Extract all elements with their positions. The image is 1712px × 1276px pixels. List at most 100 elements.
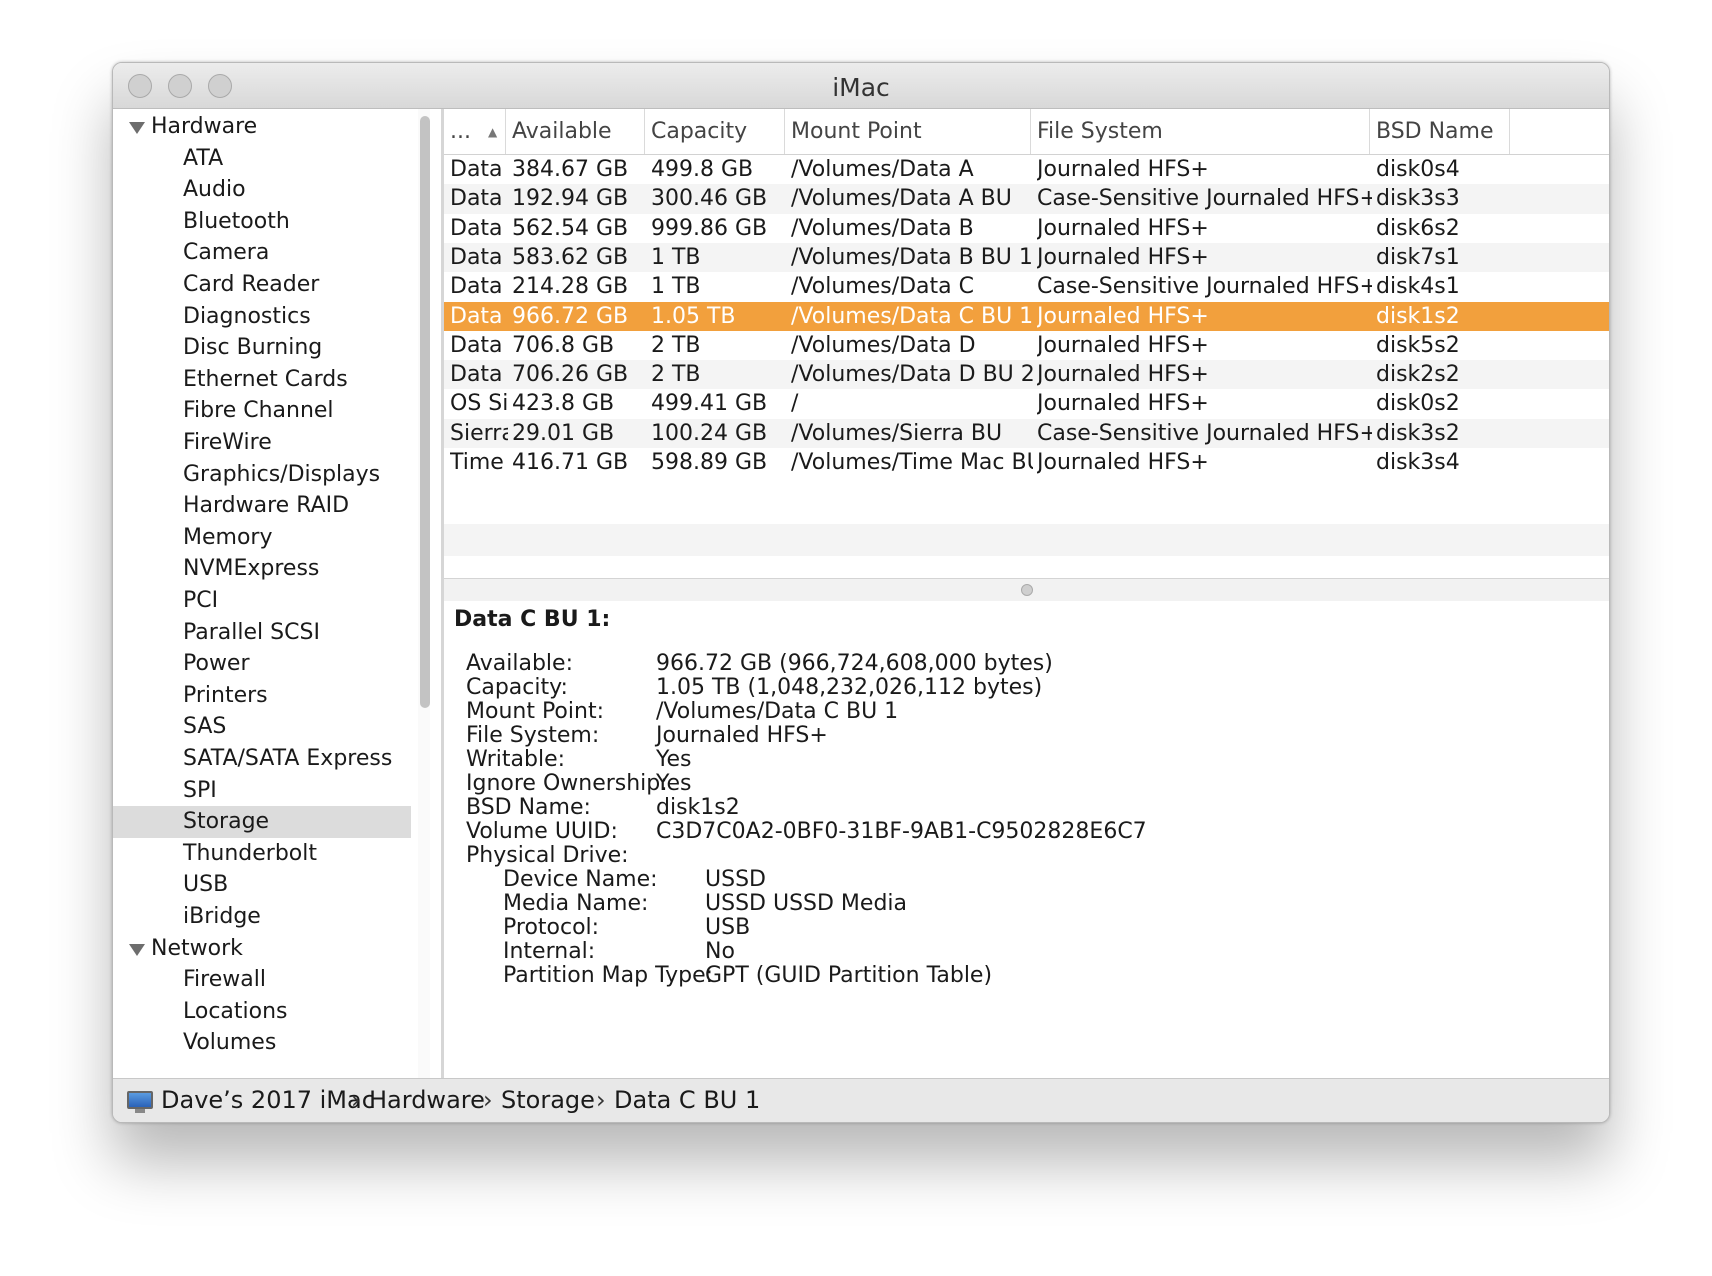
physical-drive-field-label: Protocol: xyxy=(503,915,600,940)
sidebar-item-printers[interactable]: Printers xyxy=(113,680,411,712)
table-cell: 423.8 GB xyxy=(512,391,615,417)
sidebar-item-ethernet-cards[interactable]: Ethernet Cards xyxy=(113,364,411,396)
title-bar: iMac xyxy=(113,63,1609,109)
sidebar-group-hardware[interactable]: Hardware xyxy=(113,111,411,143)
table-cell: /Volumes/Data D xyxy=(791,332,976,358)
sidebar-group-label: Hardware xyxy=(151,114,258,139)
column-header-available[interactable]: Available xyxy=(506,109,645,154)
sidebar-item-sata-sata-express[interactable]: SATA/SATA Express xyxy=(113,743,411,775)
table-row[interactable]: OS Si 423.8 GB 499.41 GB / Journaled HFS+ dis… xyxy=(444,389,1609,418)
sidebar-item-sas[interactable]: SAS xyxy=(113,711,411,743)
table-row[interactable]: Data 384.67 GB 499.8 GB/Volumes/Data A Jour… xyxy=(444,155,1609,184)
sidebar-item-audio[interactable]: Audio xyxy=(113,174,411,206)
column-header-name[interactable]: ... ▲ xyxy=(444,109,506,154)
divider-grip-icon[interactable] xyxy=(1020,584,1033,596)
sidebar-item-graphics-displays[interactable]: Graphics/Displays xyxy=(113,459,411,491)
sort-ascending-icon[interactable]: ▲ xyxy=(488,124,497,140)
disclosure-triangle-icon[interactable] xyxy=(129,943,145,956)
physical-drive-field-value: USB xyxy=(705,915,751,940)
table-row[interactable]: Sierra29.01 GB 100.24 GB/Volumes/Sierra B… xyxy=(444,418,1609,448)
sidebar-item-spi[interactable]: SPI xyxy=(113,775,411,807)
sidebar-item-parallel-scsi[interactable]: Parallel SCSI xyxy=(113,617,411,649)
sidebar-item-label: Storage xyxy=(183,809,270,835)
breadcrumb-item[interactable]: Storage xyxy=(501,1079,595,1122)
column-header-capacity[interactable]: Capacity xyxy=(645,109,785,154)
column-header-file-system[interactable]: File System xyxy=(1031,109,1370,154)
table-cell: 999.86 GB xyxy=(651,215,768,241)
sidebar-item-label: SPI xyxy=(183,777,217,803)
sidebar-item-label: Fibre Channel xyxy=(183,398,334,424)
table-row[interactable]: Time 416.71 GB 598.89 GB/Volumes/Time Mac … xyxy=(444,448,1609,477)
detail-field-label: Available: xyxy=(466,651,573,676)
sidebar-item-locations[interactable]: Locations xyxy=(113,996,411,1028)
detail-field-label: File System: xyxy=(466,723,600,748)
sidebar-item-card-reader[interactable]: Card Reader xyxy=(113,269,411,301)
sidebar-item-memory[interactable]: Memory xyxy=(113,522,411,554)
detail-field-label: Capacity: xyxy=(466,675,568,700)
table-cell: 583.62 GB xyxy=(512,244,629,270)
table-row[interactable]: Data 583.62 GB 1 TB/Volumes/Data B BU 1 Jou… xyxy=(444,242,1609,273)
sidebar-item-camera[interactable]: Camera xyxy=(113,237,411,269)
physical-drive-field-value: USSD xyxy=(705,867,766,892)
sidebar-item-thunderbolt[interactable]: Thunderbolt xyxy=(113,838,411,870)
table-header: ... ▲ Available Capacity Mount Point File Sys… xyxy=(444,109,1609,155)
table-row[interactable]: Data 966.72 GB 1.05 TB/Volumes/Data C BU 1… xyxy=(444,301,1609,331)
storage-table: ... ▲ Available Capacity Mount Point File Sys… xyxy=(444,109,1609,578)
sidebar-item-usb[interactable]: USB xyxy=(113,869,411,901)
sidebar-scrollbar-thumb[interactable] xyxy=(420,116,430,708)
sidebar-group-network[interactable]: Network xyxy=(113,933,411,965)
table-row[interactable]: Data 706.26 GB 2 TB/Volumes/Data D BU 2 Jou… xyxy=(444,360,1609,390)
detail-field-label: BSD Name: xyxy=(466,795,591,820)
sidebar-item-bluetooth[interactable]: Bluetooth xyxy=(113,206,411,238)
sidebar-item-label: Thunderbolt xyxy=(183,840,317,866)
sidebar-item-label: Memory xyxy=(183,524,273,550)
table-cell: Data xyxy=(450,244,503,270)
physical-drive-field-value: No xyxy=(705,939,735,964)
table-cell: 598.89 GB xyxy=(651,450,768,475)
column-header-mount-point[interactable]: Mount Point xyxy=(785,109,1031,154)
sidebar-item-pci[interactable]: PCI xyxy=(113,585,411,617)
detail-field-value: 1.05 TB (1,048,232,026,112 bytes) xyxy=(656,675,1043,700)
sidebar-item-ibridge[interactable]: iBridge xyxy=(113,901,411,933)
sidebar-item-disc-burning[interactable]: Disc Burning xyxy=(113,332,411,364)
table-cell: 966.72 GB xyxy=(512,303,629,329)
sidebar-item-firewire[interactable]: FireWire xyxy=(113,427,411,459)
column-header-label: Capacity xyxy=(651,119,748,144)
table-cell: disk1s2 xyxy=(1376,303,1460,329)
table-row[interactable]: Data 214.28 GB 1 TB/Volumes/Data C Case-Sen… xyxy=(444,272,1609,301)
table-cell: disk0s2 xyxy=(1376,391,1460,417)
split-view-divider[interactable] xyxy=(444,578,1609,602)
disclosure-triangle-icon[interactable] xyxy=(129,122,145,134)
table-cell: 1 TB xyxy=(651,274,701,300)
sidebar-item-ata[interactable]: ATA xyxy=(113,143,411,175)
sidebar-item-fibre-channel[interactable]: Fibre Channel xyxy=(113,395,411,427)
breadcrumb-item[interactable]: Data C BU 1 xyxy=(614,1079,760,1122)
detail-field-label: Writable: xyxy=(466,747,566,772)
sidebar-item-diagnostics[interactable]: Diagnostics xyxy=(113,301,411,333)
sidebar-item-nvmexpress[interactable]: NVMExpress xyxy=(113,553,411,585)
column-header-label: File System xyxy=(1037,119,1163,144)
table-cell: disk3s3 xyxy=(1376,186,1460,212)
breadcrumb-separator-icon: › xyxy=(596,1086,606,1114)
sidebar-item-firewall[interactable]: Firewall xyxy=(113,964,411,996)
breadcrumb-item[interactable]: Hardware xyxy=(369,1079,485,1122)
table-cell: 2 TB xyxy=(651,332,701,358)
sidebar-item-storage[interactable]: Storage xyxy=(113,806,411,839)
column-header-bsd-name[interactable]: BSD Name xyxy=(1370,109,1510,154)
sidebar-item-volumes[interactable]: Volumes xyxy=(113,1027,411,1059)
breadcrumb-item[interactable]: Dave’s 2017 iMac xyxy=(161,1079,375,1122)
table-cell: disk4s1 xyxy=(1376,274,1460,300)
table-cell: /Volumes/Data B BU 1 xyxy=(791,244,1033,270)
table-row[interactable]: Data 192.94 GB 300.46 GB/Volumes/Data A BU… xyxy=(444,184,1609,214)
sidebar-item-label: SATA/SATA Express xyxy=(183,746,393,771)
table-cell: 706.8 GB xyxy=(512,332,615,358)
table-cell: /Volumes/Time Mac BU xyxy=(791,450,1033,475)
sidebar-item-label: Power xyxy=(183,651,250,677)
table-row[interactable]: Data 562.54 GB 999.86 GB/Volumes/Data B Jou… xyxy=(444,214,1609,243)
detail-field-value: Journaled HFS+ xyxy=(656,723,828,748)
table-cell: Case-Sensitive Journaled HFS+ xyxy=(1037,186,1372,212)
sidebar-item-power[interactable]: Power xyxy=(113,648,411,680)
table-row[interactable]: Data 706.8 GB 2 TB/Volumes/Data D Journaled… xyxy=(444,331,1609,360)
detail-title: Data C BU 1: xyxy=(454,607,611,632)
sidebar-item-hardware-raid[interactable]: Hardware RAID xyxy=(113,490,411,522)
